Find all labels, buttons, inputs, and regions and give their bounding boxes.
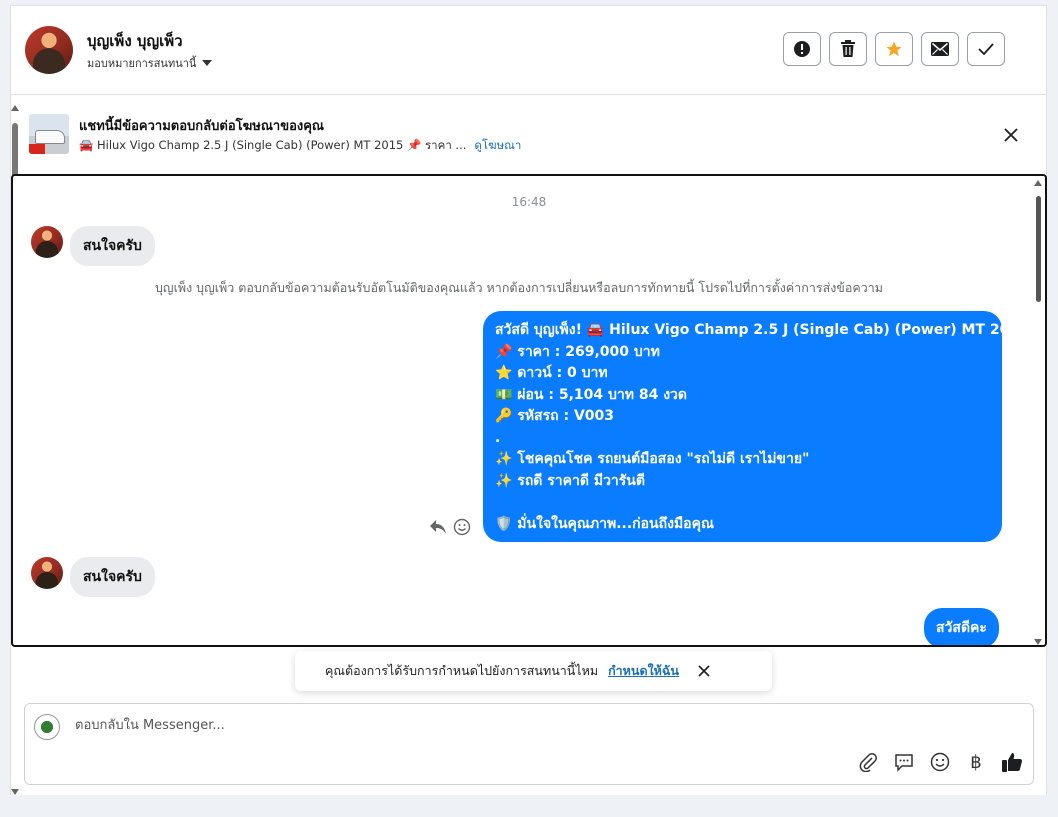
reply-icon[interactable] [429, 519, 447, 535]
scroll-down-arrow[interactable] [11, 789, 19, 795]
close-icon [1004, 128, 1018, 142]
page-avatar [34, 714, 60, 740]
message-line: . [495, 429, 501, 446]
close-ad-banner-button[interactable] [1001, 125, 1021, 145]
sender-avatar[interactable] [31, 557, 63, 589]
message-composer: ฿ [24, 703, 1034, 785]
thread-scrollbar[interactable] [1033, 180, 1043, 645]
ad-reply-title: แชทนี้มีข้อความตอบกลับต่อโฆษณาของคุณ [79, 119, 324, 134]
auto-reply-notice: บุญเพ็ง บุญเพ็ว ตอบกลับข้อความต้อนรับอัต… [155, 280, 883, 295]
message-line [495, 492, 990, 514]
message-line: ✨ รถดี ราคาดี มีวารันตี [495, 472, 645, 489]
payment-button[interactable]: ฿ [965, 751, 987, 773]
car-image [35, 130, 65, 144]
assign-prompt-text: คุณต้องการได้รับการกำหนดไปยังการสนทนานี้… [325, 663, 599, 678]
scroll-up-arrow[interactable] [11, 105, 19, 111]
view-ad-link[interactable]: ดูโฆษณา [474, 138, 521, 152]
mark-unread-button[interactable] [921, 32, 959, 66]
ad-thumbnail[interactable] [29, 114, 69, 154]
message-actions [429, 518, 471, 536]
trash-icon [841, 40, 855, 57]
attach-icon [859, 753, 877, 772]
composer-tools: ฿ [857, 751, 1023, 773]
message-line: ⭐ ดาวน์ : 0 บาท [495, 365, 608, 381]
like-icon [1002, 753, 1023, 772]
emoji-icon [930, 752, 950, 772]
message-line: 💵 ผ่อน : 5,104 บาท 84 งวด [495, 386, 687, 403]
saved-reply-icon [895, 754, 913, 772]
contact-name[interactable]: บุญเพ็ง บุญเพ็ว [87, 29, 183, 53]
ad-summary: 🚘 Hilux Vigo Champ 2.5 J (Single Cab) (P… [79, 138, 467, 152]
mark-spam-button[interactable] [783, 32, 821, 66]
top-divider [11, 5, 1046, 6]
message-thread[interactable]: 16:48 สนใจครับ บุญเพ็ง บุญเพ็ว ตอบกลับข้… [11, 174, 1047, 647]
message-line: 🔑 รหัสรถ : V003 [495, 408, 614, 424]
star-icon [886, 41, 902, 57]
scroll-down-arrow[interactable] [1034, 639, 1042, 645]
like-button[interactable] [1001, 751, 1023, 773]
scroll-up-arrow[interactable] [1034, 180, 1042, 186]
message-line: ✨ โชคคุณโชค รถยนต์มือสอง "รถไม่ดี เราไม่… [495, 451, 810, 467]
contact-avatar[interactable] [25, 26, 73, 74]
mark-done-button[interactable] [967, 32, 1005, 66]
chevron-down-icon [202, 60, 213, 66]
assign-label: มอบหมายการสนทนานี้ [87, 57, 197, 70]
message-line: 📌 ราคา : 269,000 บาท [495, 343, 660, 360]
message-line: 🛡️ มั่นใจในคุณภาพ...ก่อนถึงมือคุณ [495, 515, 714, 532]
baht-icon: ฿ [970, 751, 982, 773]
header-divider [11, 94, 1046, 95]
check-icon [978, 43, 994, 55]
assign-to-me-link[interactable]: กำหนดให้ฉัน [608, 661, 679, 681]
spam-icon [794, 41, 810, 57]
incoming-message[interactable]: สนใจครับ [70, 557, 155, 597]
message-line: สวัสดี บุญเพ็ง! 🚘 Hilux Vigo Champ 2.5 J… [495, 322, 1029, 338]
outgoing-message[interactable]: สวัสดีคะ [924, 608, 999, 645]
assign-dropdown[interactable]: มอบหมายการสนทนานี้ [87, 54, 213, 72]
react-emoji-icon[interactable] [453, 518, 471, 536]
incoming-message[interactable]: สนใจครับ [70, 226, 155, 266]
delete-button[interactable] [829, 32, 867, 66]
assign-prompt: คุณต้องการได้รับการกำหนดไปยังการสนทนานี้… [295, 651, 772, 691]
scroll-thumb[interactable] [1036, 196, 1041, 302]
saved-reply-button[interactable] [893, 751, 915, 773]
header-actions [783, 32, 1005, 66]
emoji-button[interactable] [929, 751, 951, 773]
star-button[interactable] [875, 32, 913, 66]
outgoing-message[interactable]: สวัสดี บุญเพ็ง! 🚘 Hilux Vigo Champ 2.5 J… [483, 311, 1029, 542]
attach-button[interactable] [857, 751, 879, 773]
price-tag [29, 144, 45, 154]
mail-icon [931, 42, 949, 56]
sender-avatar[interactable] [31, 226, 63, 258]
reply-input[interactable] [73, 717, 777, 734]
ad-subtitle: 🚘 Hilux Vigo Champ 2.5 J (Single Cab) (P… [79, 137, 521, 155]
close-icon[interactable] [697, 664, 711, 678]
message-timestamp: 16:48 [511, 195, 547, 209]
